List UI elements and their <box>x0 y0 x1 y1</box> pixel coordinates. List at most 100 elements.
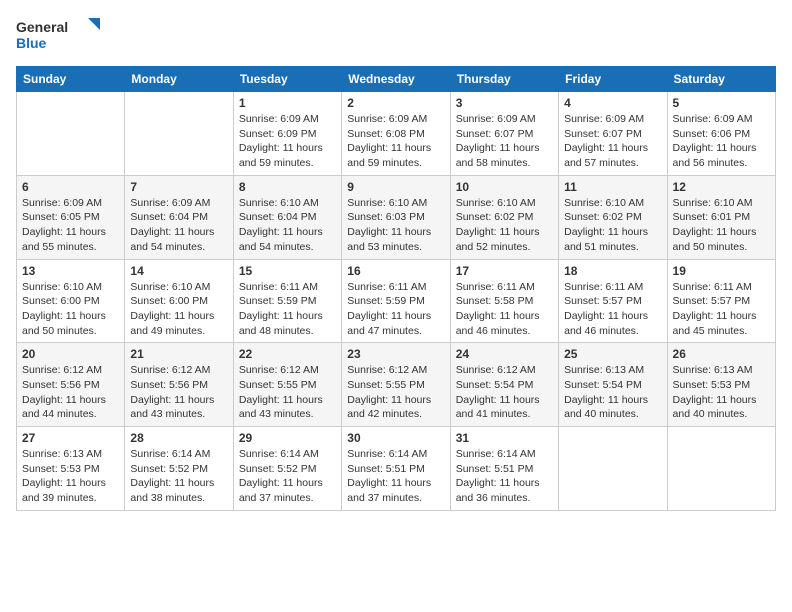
svg-text:Blue: Blue <box>16 35 47 51</box>
weekday-header-friday: Friday <box>559 67 667 92</box>
day-info: Sunrise: 6:10 AMSunset: 6:00 PMDaylight:… <box>130 280 227 339</box>
week-row-4: 27 Sunrise: 6:13 AMSunset: 5:53 PMDayligh… <box>17 427 776 511</box>
day-info: Sunrise: 6:10 AMSunset: 6:00 PMDaylight:… <box>22 280 119 339</box>
day-number: 12 <box>673 180 770 194</box>
calendar-cell: 16Sunrise: 6:11 AMSunset: 5:59 PMDayligh… <box>342 259 450 343</box>
day-number: 20 <box>22 347 119 361</box>
day-number: 4 <box>564 96 661 110</box>
calendar-cell: 26 Sunrise: 6:13 AMSunset: 5:53 PMDayligh… <box>667 343 775 427</box>
day-info: Sunrise: 6:10 AMSunset: 6:03 PMDaylight:… <box>347 196 444 255</box>
week-row-2: 13 Sunrise: 6:10 AMSunset: 6:00 PMDayligh… <box>17 259 776 343</box>
calendar-cell: 30Sunrise: 6:14 AMSunset: 5:51 PMDayligh… <box>342 427 450 511</box>
day-info: Sunrise: 6:14 AMSunset: 5:52 PMDaylight:… <box>239 447 336 506</box>
day-info: Sunrise: 6:10 AMSunset: 6:04 PMDaylight:… <box>239 196 336 255</box>
day-info: Sunrise: 6:10 AMSunset: 6:02 PMDaylight:… <box>456 196 553 255</box>
day-info: Sunrise: 6:10 AMSunset: 6:01 PMDaylight:… <box>673 196 770 255</box>
day-info: Sunrise: 6:09 AMSunset: 6:05 PMDaylight:… <box>22 196 119 255</box>
calendar-cell: 20 Sunrise: 6:12 AMSunset: 5:56 PMDayligh… <box>17 343 125 427</box>
calendar-cell: 7 Sunrise: 6:09 AMSunset: 6:04 PMDaylight… <box>125 175 233 259</box>
calendar-cell: 10 Sunrise: 6:10 AMSunset: 6:02 PMDayligh… <box>450 175 558 259</box>
calendar-cell: 17 Sunrise: 6:11 AMSunset: 5:58 PMDayligh… <box>450 259 558 343</box>
day-info: Sunrise: 6:10 AMSunset: 6:02 PMDaylight:… <box>564 196 661 255</box>
day-number: 26 <box>673 347 770 361</box>
day-number: 3 <box>456 96 553 110</box>
calendar-cell: 8 Sunrise: 6:10 AMSunset: 6:04 PMDaylight… <box>233 175 341 259</box>
day-info: Sunrise: 6:13 AMSunset: 5:53 PMDaylight:… <box>22 447 119 506</box>
day-info: Sunrise: 6:14 AMSunset: 5:51 PMDaylight:… <box>347 447 444 506</box>
calendar-cell: 1 Sunrise: 6:09 AMSunset: 6:09 PMDaylight… <box>233 92 341 176</box>
week-row-3: 20 Sunrise: 6:12 AMSunset: 5:56 PMDayligh… <box>17 343 776 427</box>
day-number: 22 <box>239 347 336 361</box>
day-info: Sunrise: 6:09 AMSunset: 6:07 PMDaylight:… <box>564 112 661 171</box>
logo-svg: General Blue <box>16 16 106 58</box>
calendar-cell: 23Sunrise: 6:12 AMSunset: 5:55 PMDayligh… <box>342 343 450 427</box>
calendar-cell <box>17 92 125 176</box>
calendar-cell: 6Sunrise: 6:09 AMSunset: 6:05 PMDaylight… <box>17 175 125 259</box>
calendar-cell: 2 Sunrise: 6:09 AMSunset: 6:08 PMDaylight… <box>342 92 450 176</box>
day-info: Sunrise: 6:11 AMSunset: 5:59 PMDaylight:… <box>239 280 336 339</box>
day-info: Sunrise: 6:14 AMSunset: 5:51 PMDaylight:… <box>456 447 553 506</box>
weekday-header-tuesday: Tuesday <box>233 67 341 92</box>
day-info: Sunrise: 6:11 AMSunset: 5:58 PMDaylight:… <box>456 280 553 339</box>
day-number: 11 <box>564 180 661 194</box>
day-number: 2 <box>347 96 444 110</box>
day-number: 21 <box>130 347 227 361</box>
day-info: Sunrise: 6:14 AMSunset: 5:52 PMDaylight:… <box>130 447 227 506</box>
day-number: 8 <box>239 180 336 194</box>
day-info: Sunrise: 6:12 AMSunset: 5:55 PMDaylight:… <box>239 363 336 422</box>
day-number: 27 <box>22 431 119 445</box>
day-number: 19 <box>673 264 770 278</box>
weekday-header-thursday: Thursday <box>450 67 558 92</box>
day-number: 1 <box>239 96 336 110</box>
day-info: Sunrise: 6:13 AMSunset: 5:53 PMDaylight:… <box>673 363 770 422</box>
day-number: 24 <box>456 347 553 361</box>
day-info: Sunrise: 6:09 AMSunset: 6:08 PMDaylight:… <box>347 112 444 171</box>
day-info: Sunrise: 6:11 AMSunset: 5:59 PMDaylight:… <box>347 280 444 339</box>
weekday-header-saturday: Saturday <box>667 67 775 92</box>
day-number: 25 <box>564 347 661 361</box>
calendar-cell: 5Sunrise: 6:09 AMSunset: 6:06 PMDaylight… <box>667 92 775 176</box>
day-number: 9 <box>347 180 444 194</box>
day-info: Sunrise: 6:12 AMSunset: 5:54 PMDaylight:… <box>456 363 553 422</box>
day-info: Sunrise: 6:09 AMSunset: 6:04 PMDaylight:… <box>130 196 227 255</box>
calendar-cell: 11 Sunrise: 6:10 AMSunset: 6:02 PMDayligh… <box>559 175 667 259</box>
day-number: 18 <box>564 264 661 278</box>
day-number: 31 <box>456 431 553 445</box>
weekday-header-sunday: Sunday <box>17 67 125 92</box>
calendar-cell: 12 Sunrise: 6:10 AMSunset: 6:01 PMDayligh… <box>667 175 775 259</box>
day-info: Sunrise: 6:12 AMSunset: 5:56 PMDaylight:… <box>22 363 119 422</box>
calendar-cell: 4 Sunrise: 6:09 AMSunset: 6:07 PMDaylight… <box>559 92 667 176</box>
day-info: Sunrise: 6:12 AMSunset: 5:56 PMDaylight:… <box>130 363 227 422</box>
calendar-cell: 27 Sunrise: 6:13 AMSunset: 5:53 PMDayligh… <box>17 427 125 511</box>
day-number: 7 <box>130 180 227 194</box>
logo: General Blue <box>16 16 106 58</box>
day-number: 5 <box>673 96 770 110</box>
weekday-header-monday: Monday <box>125 67 233 92</box>
day-info: Sunrise: 6:09 AMSunset: 6:09 PMDaylight:… <box>239 112 336 171</box>
calendar-cell: 19Sunrise: 6:11 AMSunset: 5:57 PMDayligh… <box>667 259 775 343</box>
day-number: 14 <box>130 264 227 278</box>
calendar-cell: 31 Sunrise: 6:14 AMSunset: 5:51 PMDayligh… <box>450 427 558 511</box>
calendar-cell <box>667 427 775 511</box>
header: General Blue <box>16 16 776 58</box>
calendar-cell: 13 Sunrise: 6:10 AMSunset: 6:00 PMDayligh… <box>17 259 125 343</box>
calendar-cell: 28Sunrise: 6:14 AMSunset: 5:52 PMDayligh… <box>125 427 233 511</box>
day-info: Sunrise: 6:11 AMSunset: 5:57 PMDaylight:… <box>564 280 661 339</box>
day-number: 10 <box>456 180 553 194</box>
calendar-cell: 18 Sunrise: 6:11 AMSunset: 5:57 PMDayligh… <box>559 259 667 343</box>
day-info: Sunrise: 6:09 AMSunset: 6:07 PMDaylight:… <box>456 112 553 171</box>
day-number: 17 <box>456 264 553 278</box>
calendar-cell: 25 Sunrise: 6:13 AMSunset: 5:54 PMDayligh… <box>559 343 667 427</box>
calendar-cell: 22 Sunrise: 6:12 AMSunset: 5:55 PMDayligh… <box>233 343 341 427</box>
calendar-cell: 9 Sunrise: 6:10 AMSunset: 6:03 PMDaylight… <box>342 175 450 259</box>
day-number: 13 <box>22 264 119 278</box>
day-info: Sunrise: 6:13 AMSunset: 5:54 PMDaylight:… <box>564 363 661 422</box>
weekday-header-row: SundayMondayTuesdayWednesdayThursdayFrid… <box>17 67 776 92</box>
week-row-1: 6Sunrise: 6:09 AMSunset: 6:05 PMDaylight… <box>17 175 776 259</box>
day-number: 23 <box>347 347 444 361</box>
calendar-cell: 3 Sunrise: 6:09 AMSunset: 6:07 PMDaylight… <box>450 92 558 176</box>
calendar-cell <box>125 92 233 176</box>
week-row-0: 1 Sunrise: 6:09 AMSunset: 6:09 PMDaylight… <box>17 92 776 176</box>
calendar-cell: 24 Sunrise: 6:12 AMSunset: 5:54 PMDayligh… <box>450 343 558 427</box>
calendar-cell: 15Sunrise: 6:11 AMSunset: 5:59 PMDayligh… <box>233 259 341 343</box>
